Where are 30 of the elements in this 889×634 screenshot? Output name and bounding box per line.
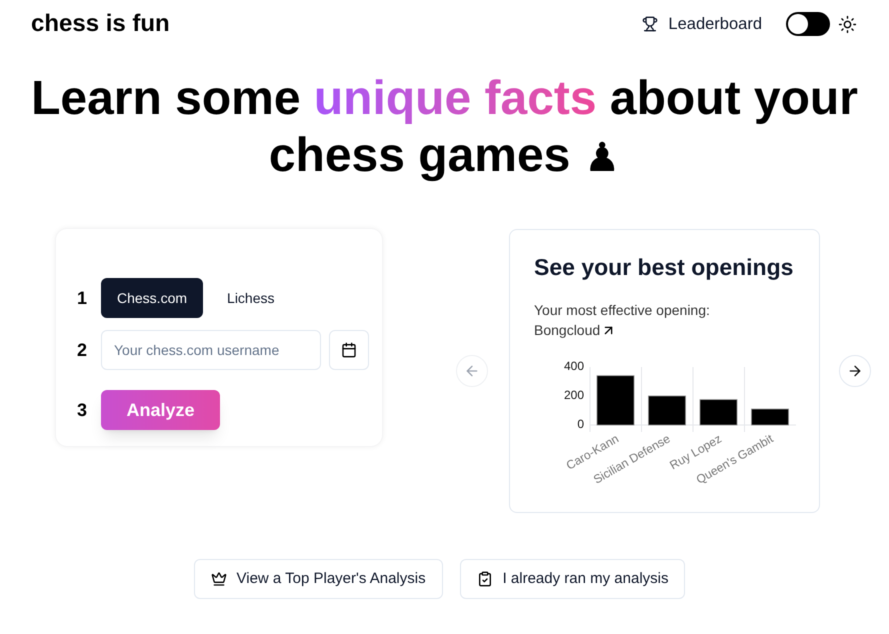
card-title: See your best openings — [534, 253, 794, 282]
y-tick-label: 400 — [564, 359, 584, 374]
card-subtitle: Your most effective opening: — [534, 301, 711, 320]
calendar-icon — [341, 342, 357, 358]
clipboard-check-icon — [476, 571, 493, 587]
bar — [751, 408, 789, 426]
theme-toggle[interactable] — [786, 12, 830, 36]
y-tick-label: 200 — [564, 388, 584, 402]
headline: Learn some unique facts about your chess games ♟ — [30, 71, 859, 184]
crown-icon — [210, 571, 226, 587]
analyze-button[interactable]: Analyze — [101, 390, 220, 430]
step-number: 3 — [77, 398, 88, 422]
step-number: 2 — [77, 338, 88, 362]
calendar-button[interactable] — [329, 330, 369, 370]
brand-name[interactable]: chess is fun — [31, 6, 170, 42]
next-button[interactable] — [839, 355, 871, 387]
bar — [648, 396, 686, 426]
bar — [700, 399, 738, 426]
leaderboard-link[interactable]: Leaderboard — [642, 12, 762, 36]
top-player-analysis-button[interactable]: View a Top Player's Analysis — [194, 559, 443, 599]
bar — [596, 375, 634, 426]
already-ran-analysis-button[interactable]: I already ran my analysis — [460, 559, 686, 599]
platform-tab[interactable]: Chess.com — [101, 278, 204, 318]
opening-link[interactable]: Bongcloud — [534, 320, 616, 340]
platform-tab[interactable]: Lichess — [211, 278, 290, 318]
y-tick-label: 0 — [577, 417, 584, 432]
sun-icon — [838, 14, 857, 34]
step-number: 1 — [77, 286, 88, 310]
username-field[interactable]: Your chess.com username — [101, 330, 321, 370]
trophy-icon — [642, 16, 658, 32]
